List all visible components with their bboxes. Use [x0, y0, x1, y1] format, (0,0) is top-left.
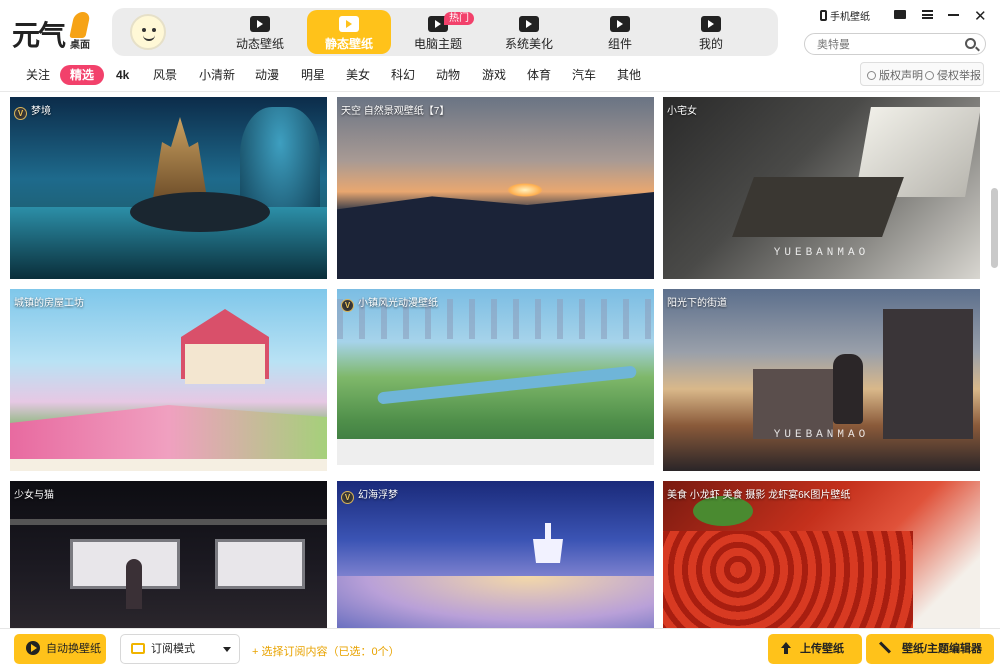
user-icon [701, 16, 721, 32]
category-animal[interactable]: 动物 [426, 65, 470, 85]
logo-mark-icon [69, 12, 91, 38]
wallpaper-card[interactable]: 天空 自然景观壁纸【7】 [337, 97, 654, 279]
wallpaper-card[interactable]: 城镇的房屋工坊 [10, 289, 327, 471]
search-input[interactable] [817, 37, 957, 52]
main-nav: 动态壁纸 静态壁纸 电脑主题 热门 系统美化 组件 我的 [112, 8, 778, 56]
image-icon [339, 16, 359, 32]
category-beauty[interactable]: 美女 [336, 65, 380, 85]
logo-subtext: 桌面 [70, 40, 90, 51]
tab-desktop-theme[interactable]: 电脑主题 热门 [396, 10, 480, 54]
report-link[interactable]: 侵权举报 [925, 67, 981, 83]
category-landscape[interactable]: 风景 [143, 65, 187, 85]
wallpaper-card[interactable]: 美食 小龙虾 美食 摄影 龙虾宴6K图片壁纸 [663, 481, 980, 628]
tab-mine[interactable]: 我的 [669, 10, 753, 54]
wallpaper-card[interactable]: V 梦境 [10, 97, 327, 279]
wallpaper-card[interactable]: 少女与猫 [10, 481, 327, 628]
category-car[interactable]: 汽车 [562, 65, 606, 85]
hot-badge: 热门 [444, 12, 474, 25]
widget-icon [610, 16, 630, 32]
tab-dynamic-wallpaper[interactable]: 动态壁纸 [218, 10, 302, 54]
editor-button[interactable]: 壁纸/主题编辑器 [866, 634, 994, 664]
info-icon [867, 71, 876, 80]
phone-wallpaper-button[interactable]: 手机壁纸 [820, 10, 880, 24]
category-follow[interactable]: 关注 [16, 65, 60, 85]
category-bar: 关注 精选 4k 风景 小清新 动漫 明星 美女 科幻 动物 游戏 体育 汽车 … [0, 60, 1000, 92]
category-scifi[interactable]: 科幻 [381, 65, 425, 85]
close-button[interactable]: ✕ [974, 9, 987, 24]
wallpaper-card[interactable]: YUEBANMAO 阳光下的街道 [663, 289, 980, 471]
wallpaper-card[interactable]: V 幻海浮梦 [337, 481, 654, 628]
category-fresh[interactable]: 小清新 [189, 65, 245, 85]
brush-icon [519, 16, 539, 32]
upload-icon [780, 642, 792, 654]
vip-icon: V [14, 107, 27, 120]
video-icon [250, 16, 270, 32]
auto-change-button[interactable]: 自动换壁纸 [14, 634, 106, 664]
copyright-link[interactable]: 版权声明 [867, 67, 923, 83]
wallpaper-grid: V 梦境 天空 自然景观壁纸【7】 YUEBANMAO 小宅女 城镇的房屋工坊 V… [0, 92, 1000, 628]
tab-static-wallpaper[interactable]: 静态壁纸 [307, 10, 391, 54]
category-game[interactable]: 游戏 [472, 65, 516, 85]
category-anime[interactable]: 动漫 [245, 65, 289, 85]
menu-icon [922, 10, 933, 19]
wallpaper-card[interactable]: V 小镇风光动漫壁纸 [337, 289, 654, 465]
logo-text: 元气 [12, 19, 66, 52]
vip-icon: V [341, 491, 354, 504]
top-bar: 元气 桌面 动态壁纸 静态壁纸 电脑主题 热门 系统美化 组件 我的 手机壁纸 … [0, 0, 1000, 60]
scrollbar[interactable] [991, 188, 998, 268]
app-logo[interactable]: 元气 桌面 [12, 12, 98, 52]
search-icon[interactable] [965, 38, 976, 49]
tab-widgets[interactable]: 组件 [578, 10, 662, 54]
mail-button[interactable] [894, 10, 906, 24]
search-box [804, 33, 986, 55]
chevron-down-icon [223, 647, 231, 652]
alert-icon [925, 71, 934, 80]
upload-button[interactable]: 上传壁纸 [768, 634, 862, 664]
minimize-icon [948, 14, 959, 16]
tv-icon [131, 643, 145, 654]
minimize-button[interactable] [948, 10, 959, 24]
category-featured[interactable]: 精选 [60, 65, 105, 85]
mail-icon [894, 10, 906, 19]
vip-icon: V [341, 299, 354, 312]
wallpaper-card[interactable]: YUEBANMAO 小宅女 [663, 97, 980, 279]
phone-icon [820, 10, 827, 21]
category-4k[interactable]: 4k [106, 65, 139, 85]
category-other[interactable]: 其他 [607, 65, 651, 85]
tab-system-beautify[interactable]: 系统美化 [487, 10, 571, 54]
menu-button[interactable] [922, 10, 933, 24]
avatar[interactable] [130, 14, 166, 50]
category-sports[interactable]: 体育 [517, 65, 561, 85]
subscribe-link[interactable]: + 选择订阅内容（已选：0个） [252, 643, 400, 659]
play-icon [26, 641, 40, 655]
mode-select[interactable]: 订阅模式 [120, 634, 240, 664]
bottom-bar: 自动换壁纸 订阅模式 + 选择订阅内容（已选：0个） 上传壁纸 壁纸/主题编辑器 [0, 628, 1000, 667]
magic-wand-icon [878, 641, 892, 654]
category-celebrity[interactable]: 明星 [291, 65, 335, 85]
legal-links: 版权声明 侵权举报 [860, 62, 984, 86]
